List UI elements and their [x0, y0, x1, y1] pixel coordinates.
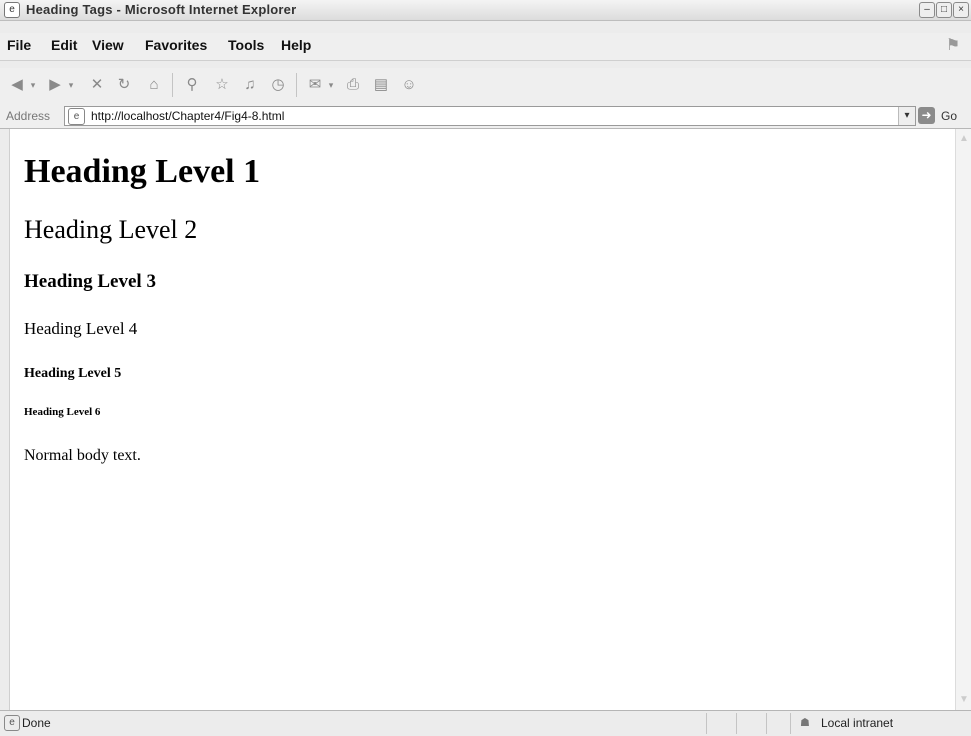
- forward-dropdown-icon[interactable]: ▾: [66, 76, 76, 94]
- intranet-zone-icon: ☗: [800, 717, 810, 729]
- vertical-scrollbar[interactable]: ▲ ▼: [955, 129, 971, 710]
- minimize-button[interactable]: –: [919, 2, 935, 18]
- window-title: Heading Tags - Microsoft Internet Explor…: [26, 2, 297, 17]
- address-input[interactable]: e http://localhost/Chapter4/Fig4-8.html …: [64, 106, 916, 126]
- forward-icon[interactable]: ▶: [46, 76, 64, 94]
- home-icon[interactable]: ⌂: [145, 76, 163, 94]
- menu-tools[interactable]: Tools: [228, 37, 264, 53]
- heading-level-3: Heading Level 3: [24, 271, 156, 292]
- menu-help[interactable]: Help: [281, 37, 311, 53]
- heading-level-6: Heading Level 6: [24, 406, 101, 418]
- refresh-icon[interactable]: ↻: [115, 76, 133, 94]
- title-bar: e Heading Tags - Microsoft Internet Expl…: [0, 0, 971, 21]
- page-status-icon: e: [4, 715, 20, 731]
- close-button[interactable]: ×: [953, 2, 969, 18]
- menu-edit[interactable]: Edit: [51, 37, 77, 53]
- history-icon[interactable]: ◷: [269, 76, 287, 94]
- address-label: Address: [6, 109, 51, 123]
- stop-icon[interactable]: ✕: [88, 76, 106, 94]
- go-button[interactable]: Go: [941, 109, 957, 123]
- go-arrow-icon[interactable]: ➜: [918, 107, 935, 124]
- address-dropdown-button[interactable]: ▾: [898, 107, 915, 125]
- heading-level-5: Heading Level 5: [24, 366, 122, 381]
- status-pane-divider: [766, 713, 767, 734]
- heading-level-2: Heading Level 2: [24, 215, 198, 244]
- heading-level-1: Heading Level 1: [24, 153, 261, 190]
- scroll-up-icon[interactable]: ▲: [956, 131, 971, 147]
- status-bar: e Done ☗ Local intranet: [0, 710, 971, 736]
- scroll-down-icon[interactable]: ▼: [956, 692, 971, 708]
- address-url[interactable]: http://localhost/Chapter4/Fig4-8.html: [91, 109, 284, 123]
- print-icon[interactable]: ⎙: [344, 76, 362, 94]
- back-dropdown-icon[interactable]: ▾: [28, 76, 38, 94]
- menu-favorites[interactable]: Favorites: [145, 37, 207, 53]
- windows-flag-icon: ⚑: [945, 37, 961, 54]
- toolbar-separator: [172, 73, 173, 97]
- browser-window: e Heading Tags - Microsoft Internet Expl…: [0, 0, 971, 736]
- ie-logo-icon: e: [4, 2, 20, 18]
- menu-view[interactable]: View: [92, 37, 124, 53]
- status-pane-divider: [790, 713, 791, 734]
- toolbar: ◀ ▾ ▶ ▾ ✕ ↻ ⌂ ⚲ ☆ ♫ ◷ ✉ ▾ ⎙ ▤ ☺: [0, 68, 971, 105]
- edit-icon[interactable]: ▤: [372, 76, 390, 94]
- status-pane-divider: [736, 713, 737, 734]
- heading-level-4: Heading Level 4: [24, 319, 138, 338]
- toolbar-separator: [296, 73, 297, 97]
- messenger-icon[interactable]: ☺: [400, 76, 418, 94]
- security-zone-label: Local intranet: [821, 716, 894, 730]
- back-icon[interactable]: ◀: [8, 76, 26, 94]
- status-text: Done: [22, 716, 51, 730]
- menu-bar: File Edit View Favorites Tools Help ⚑: [0, 33, 971, 61]
- maximize-button[interactable]: □: [936, 2, 952, 18]
- page-icon: e: [68, 108, 85, 125]
- media-icon[interactable]: ♫: [241, 76, 259, 94]
- body-text: Normal body text.: [24, 447, 141, 464]
- mail-icon[interactable]: ✉: [306, 76, 324, 94]
- address-bar: Address e http://localhost/Chapter4/Fig4…: [0, 104, 971, 129]
- status-pane-divider: [706, 713, 707, 734]
- favorites-icon[interactable]: ☆: [213, 76, 231, 94]
- search-icon[interactable]: ⚲: [183, 76, 201, 94]
- mail-dropdown-icon[interactable]: ▾: [326, 76, 336, 94]
- menu-file[interactable]: File: [7, 37, 31, 53]
- page-content: Heading Level 1 Heading Level 2 Heading …: [9, 129, 956, 710]
